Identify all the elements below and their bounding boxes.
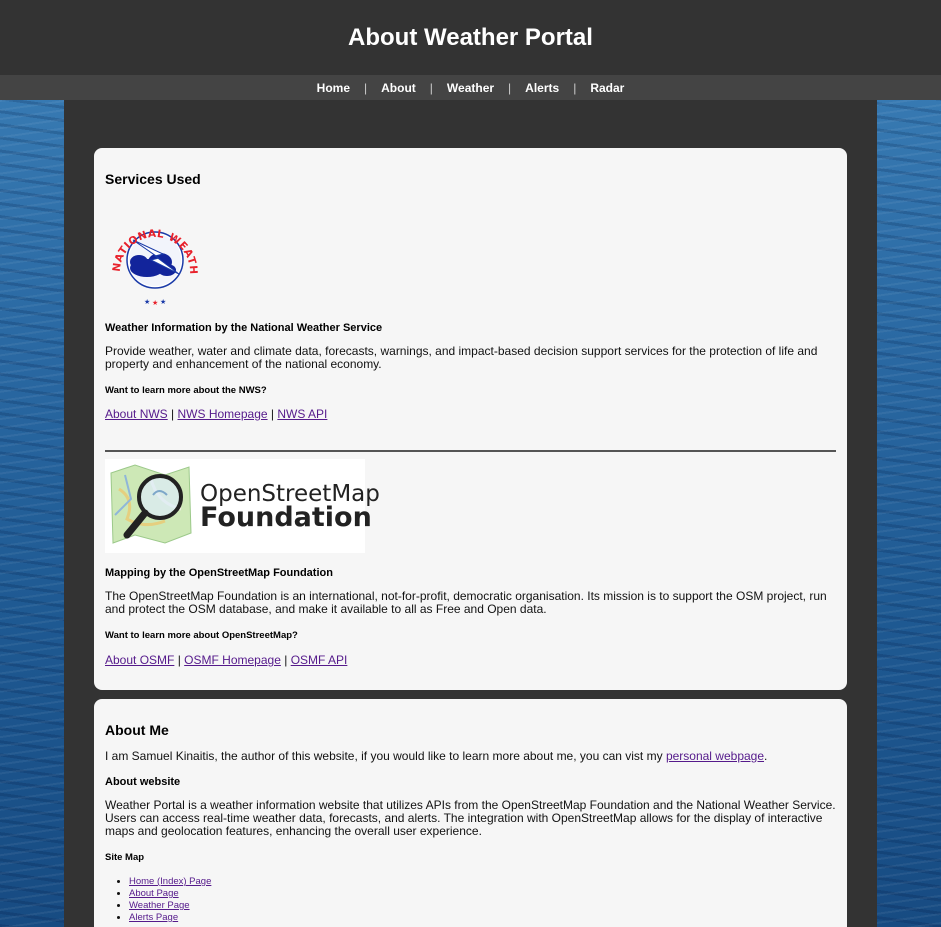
nws-api-link[interactable]: NWS API: [277, 407, 327, 421]
nav-separator: |: [508, 80, 512, 95]
sitemap-weather-link[interactable]: Weather Page: [129, 900, 190, 911]
nav-link-home[interactable]: Home: [315, 81, 352, 95]
main-content: Services Used NATIONAL WEATHER SERVICE ★: [64, 100, 877, 927]
nav-separator: |: [429, 80, 433, 95]
sitemap-home-link[interactable]: Home (Index) Page: [129, 876, 211, 887]
sitemap-list: Home (Index) Page About Page Weather Pag…: [105, 876, 211, 924]
nws-homepage-link[interactable]: NWS Homepage: [178, 407, 268, 421]
link-separator: |: [284, 653, 288, 667]
intro-end: .: [764, 749, 768, 763]
about-website-text: Weather Portal is a weather information …: [105, 798, 836, 838]
svg-text:★: ★: [152, 299, 158, 306]
site-header: About Weather Portal: [0, 0, 941, 75]
nws-heading: Weather Information by the National Weat…: [105, 322, 383, 334]
nws-logo-icon: NATIONAL WEATHER SERVICE ★ ★ ★: [101, 201, 201, 307]
nws-links: About NWS | NWS Homepage | NWS API: [105, 407, 836, 421]
link-separator: |: [270, 407, 275, 421]
about-me-title: About Me: [105, 722, 169, 738]
nav-link-alerts[interactable]: Alerts: [523, 81, 561, 95]
svg-text:★: ★: [160, 298, 166, 306]
list-item: Home (Index) Page: [129, 876, 211, 888]
osm-links: About OSMF | OSMF Homepage | OSMF API: [105, 653, 836, 667]
nav-link-about[interactable]: About: [379, 81, 418, 95]
link-separator: |: [171, 407, 175, 421]
osmf-api-link[interactable]: OSMF API: [291, 653, 348, 667]
nav-separator: |: [573, 80, 577, 95]
osm-heading: Mapping by the OpenStreetMap Foundation: [105, 567, 333, 579]
services-title: Services Used: [105, 171, 201, 187]
personal-webpage-link[interactable]: personal webpage: [666, 749, 764, 763]
about-me-card: About Me I am Samuel Kinaitis, the autho…: [94, 699, 847, 927]
sitemap-alerts-link[interactable]: Alerts Page: [129, 912, 178, 923]
page-title: About Weather Portal: [348, 23, 593, 51]
osm-map-magnifier-icon: [110, 464, 192, 544]
services-card: Services Used NATIONAL WEATHER SERVICE ★: [94, 148, 847, 690]
osm-description: The OpenStreetMap Foundation is an inter…: [105, 589, 827, 616]
osm-foundation-logo: OpenStreetMap Foundation: [105, 459, 380, 553]
list-item: About Page: [129, 888, 211, 900]
main-nav: Home | About | Weather | Alerts | Radar: [0, 75, 941, 100]
link-separator: |: [177, 653, 181, 667]
sitemap-about-link[interactable]: About Page: [129, 888, 179, 899]
osm-learn-more: Want to learn more about OpenStreetMap?: [105, 630, 298, 641]
about-nws-link[interactable]: About NWS: [105, 407, 168, 421]
nws-description: Provide weather, water and climate data,…: [105, 344, 818, 371]
list-item: Alerts Page: [129, 912, 211, 924]
intro-text: I am Samuel Kinaitis, the author of this…: [105, 749, 666, 763]
about-website-heading: About website: [105, 776, 181, 788]
nav-link-radar[interactable]: Radar: [588, 81, 626, 95]
section-divider: [105, 450, 836, 452]
list-item: Weather Page: [129, 900, 211, 912]
about-me-intro: I am Samuel Kinaitis, the author of this…: [105, 750, 836, 763]
svg-text:★: ★: [144, 298, 150, 306]
osmf-homepage-link[interactable]: OSMF Homepage: [184, 653, 281, 667]
about-osmf-link[interactable]: About OSMF: [105, 653, 174, 667]
nws-learn-more: Want to learn more about the NWS?: [105, 385, 267, 396]
nav-link-weather[interactable]: Weather: [445, 81, 496, 95]
sitemap-heading: Site Map: [105, 852, 145, 863]
osm-logo-line2: Foundation: [200, 502, 372, 533]
nav-separator: |: [364, 80, 368, 95]
